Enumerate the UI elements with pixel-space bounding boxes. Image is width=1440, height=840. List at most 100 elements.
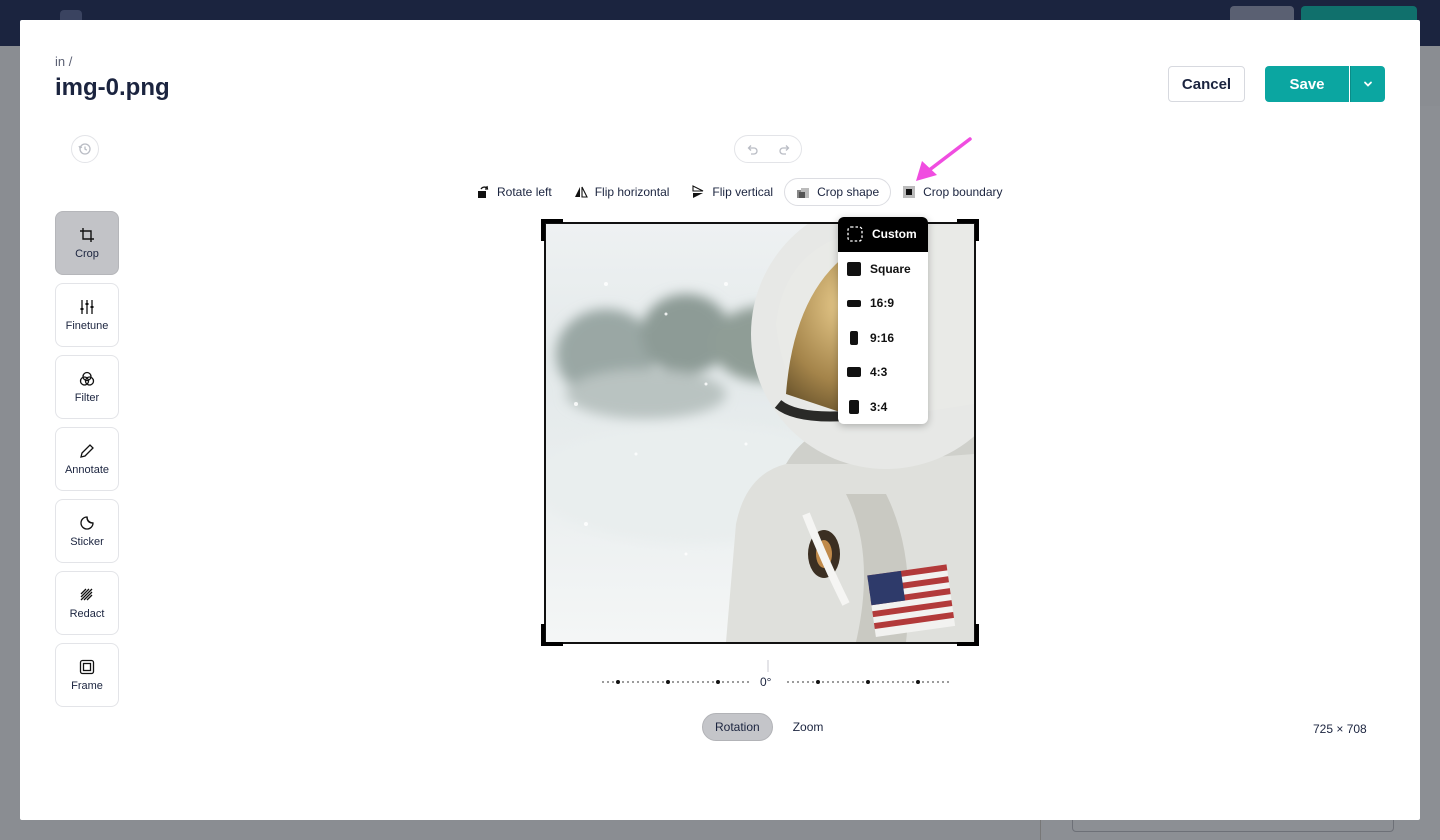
chevron-down-icon — [1364, 81, 1372, 87]
sidebar-item-finetune[interactable]: Finetune — [55, 283, 119, 347]
ruler-tick — [847, 681, 849, 683]
save-options-button[interactable] — [1350, 66, 1385, 102]
ruler-tick — [792, 681, 794, 683]
sidebar-item-redact[interactable]: Redact — [55, 571, 119, 635]
rotation-value: 0° — [758, 675, 774, 689]
portrait-shape-icon — [849, 399, 859, 414]
ruler-tick — [722, 681, 724, 683]
sidebar-item-filter[interactable]: Filter — [55, 355, 119, 419]
ruler-tick — [657, 681, 659, 683]
ruler-tick — [912, 681, 914, 683]
ruler-tick — [747, 681, 749, 683]
crop-handle-bottom-right[interactable] — [957, 624, 979, 646]
menu-item-label: 4:3 — [870, 365, 888, 380]
sidebar-item-frame[interactable]: Frame — [55, 643, 119, 707]
history-button[interactable] — [71, 135, 99, 163]
ruler-tick — [682, 681, 684, 683]
ruler-tick — [697, 681, 699, 683]
sidebar-item-label: Frame — [71, 679, 103, 692]
sidebar-item-crop[interactable]: Crop — [55, 211, 119, 275]
flip-vertical-button[interactable]: Flip vertical — [680, 178, 784, 206]
ruler-tick — [787, 681, 789, 683]
menu-item-label: 3:4 — [870, 399, 888, 414]
tab-rotation[interactable]: Rotation — [702, 713, 773, 741]
ruler-tick — [807, 681, 809, 683]
flip-vertical-label: Flip vertical — [712, 185, 774, 199]
ruler-tick — [702, 681, 704, 683]
flip-horizontal-label: Flip horizontal — [594, 185, 670, 199]
crop-shape-option-3-4[interactable]: 3:4 — [838, 390, 928, 425]
crop-shape-button[interactable]: Crop shape — [784, 178, 892, 206]
ruler-tick — [827, 681, 829, 683]
sidebar-item-sticker[interactable]: Sticker — [55, 499, 119, 563]
ruler-tick — [707, 681, 709, 683]
sidebar-item-label: Redact — [69, 607, 105, 620]
ruler-tick — [882, 681, 884, 683]
flip-horizontal-icon — [574, 186, 588, 198]
save-button[interactable]: Save — [1265, 66, 1349, 102]
crop-handle-top-left[interactable] — [541, 219, 563, 241]
ruler-tick — [897, 681, 899, 683]
crop-shape-icon — [797, 188, 810, 198]
ruler-tick — [937, 681, 939, 683]
ruler-tick — [892, 681, 894, 683]
crop-shape-option-4-3[interactable]: 4:3 — [838, 355, 928, 390]
wide-shape-icon — [847, 300, 861, 308]
ruler-tick — [687, 681, 689, 683]
crop-shape-option-16-9[interactable]: 16:9 — [838, 286, 928, 321]
crop-shape-option-9-16[interactable]: 9:16 — [838, 321, 928, 356]
ruler-tick — [647, 681, 649, 683]
crop-handle-top-right[interactable] — [957, 219, 979, 241]
sidebar-item-label: Finetune — [65, 319, 109, 332]
crop-shape-option-custom[interactable]: Custom — [838, 217, 928, 252]
sidebar-item-annotate[interactable]: Annotate — [55, 427, 119, 491]
breadcrumb[interactable]: in / — [55, 54, 72, 69]
sidebar-item-label: Filter — [74, 391, 100, 404]
sidebar-item-label: Annotate — [64, 463, 110, 476]
ruler-tick — [612, 681, 614, 683]
crop-handle-bottom-left[interactable] — [541, 624, 563, 646]
ruler-tick — [716, 680, 720, 684]
ruler-tick — [822, 681, 824, 683]
ruler-tick — [632, 681, 634, 683]
ruler-tick — [642, 681, 644, 683]
tab-zoom[interactable]: Zoom — [781, 713, 836, 741]
ruler-tick — [742, 681, 744, 683]
annotation-arrow — [916, 137, 972, 181]
ruler-tick — [732, 681, 734, 683]
ruler-tick — [652, 681, 654, 683]
menu-item-label: 9:16 — [870, 330, 895, 345]
filter-icon — [79, 371, 95, 386]
ruler-tick — [622, 681, 624, 683]
ruler-tick — [602, 681, 604, 683]
ruler-tick — [677, 681, 679, 683]
ruler-tick — [616, 680, 620, 684]
ruler-tick — [692, 681, 694, 683]
adjust-tabs: Rotation Zoom — [702, 713, 835, 741]
undo-icon — [747, 145, 758, 155]
ruler-tick — [727, 681, 729, 683]
ruler-tick — [837, 681, 839, 683]
ruler-tick — [887, 681, 889, 683]
ruler-tick — [607, 681, 609, 683]
image-dimensions: 725 × 708 — [1313, 722, 1367, 736]
sliders-icon — [80, 299, 94, 314]
menu-item-label: 16:9 — [870, 296, 895, 311]
ruler-tick — [672, 681, 674, 683]
undo-button[interactable] — [735, 136, 768, 162]
redo-button[interactable] — [768, 136, 801, 162]
rotate-left-button[interactable]: Rotate left — [465, 178, 563, 206]
history-icon — [78, 143, 91, 155]
crop-shape-label: Crop shape — [817, 185, 880, 199]
crop-shape-menu: Custom Square 16:9 9:16 4:3 3:4 — [838, 217, 928, 424]
ruler-tick — [927, 681, 929, 683]
ruler-tick — [902, 681, 904, 683]
crop-shape-option-square[interactable]: Square — [838, 252, 928, 287]
ruler-tick — [857, 681, 859, 683]
redo-icon — [778, 145, 789, 155]
redact-icon — [80, 588, 93, 600]
flip-horizontal-button[interactable]: Flip horizontal — [563, 178, 681, 206]
ruler-tick — [916, 680, 920, 684]
cancel-button[interactable]: Cancel — [1168, 66, 1245, 102]
ruler-tick — [637, 681, 639, 683]
